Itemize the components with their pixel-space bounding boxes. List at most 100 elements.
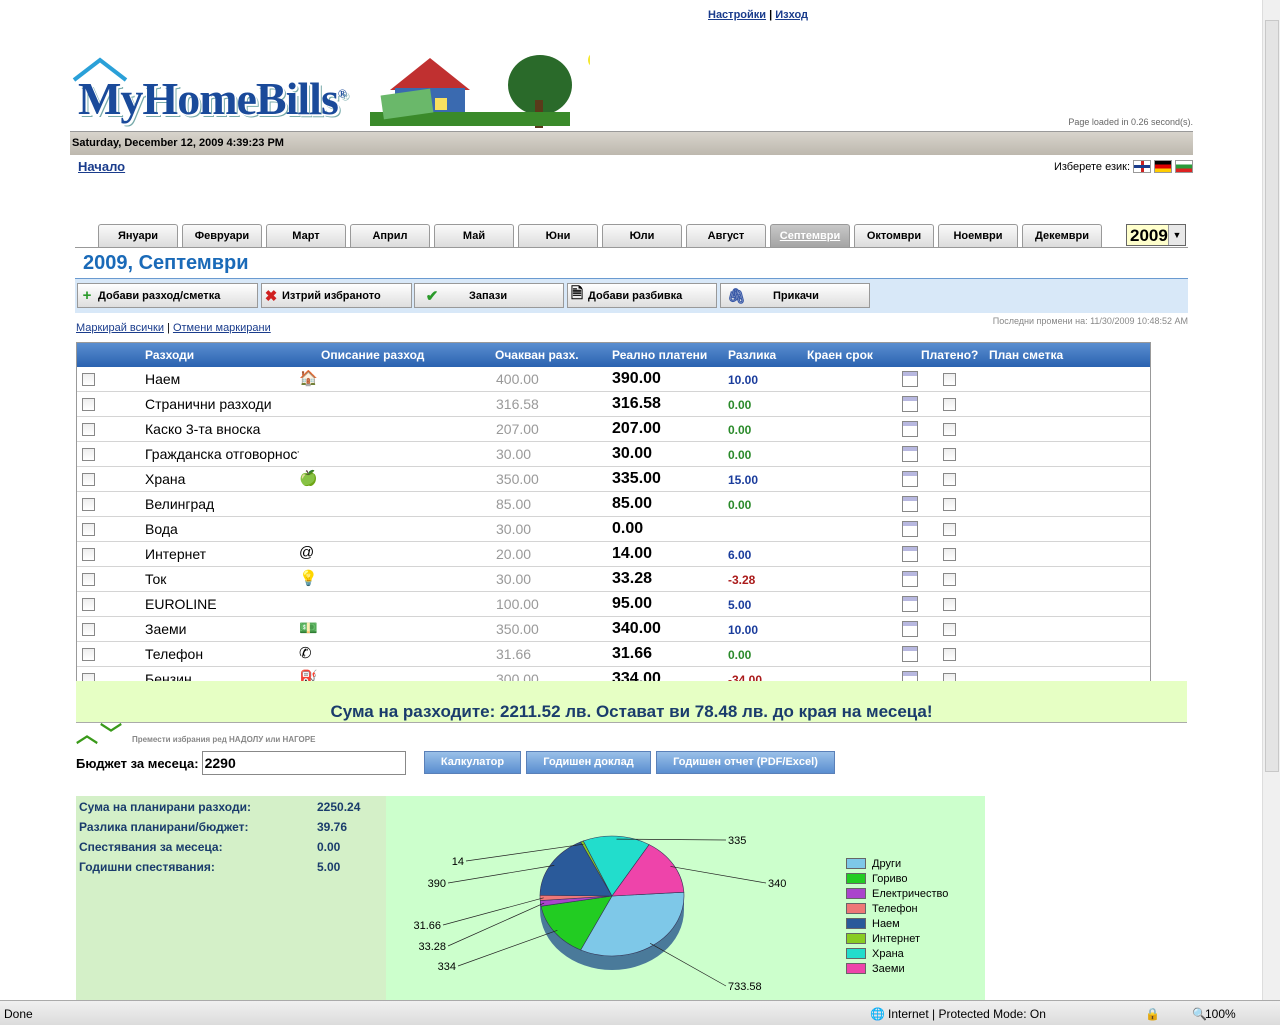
real-amount[interactable]: 340.00: [612, 620, 661, 638]
row-select-checkbox[interactable]: [82, 398, 95, 411]
mark-all-link[interactable]: Маркирай всички: [76, 322, 164, 334]
move-down-icon[interactable]: ﹀: [100, 724, 122, 746]
table-row[interactable]: Заеми 💵 350.00 340.00 10.00: [77, 617, 1150, 642]
calculator-button[interactable]: Калкулатор: [424, 751, 521, 774]
save-button[interactable]: ✔ Запази: [414, 283, 564, 308]
tab-month-5[interactable]: Май: [434, 224, 514, 247]
tab-month-3[interactable]: Март: [266, 224, 346, 247]
logo-text[interactable]: MyHomeBills®: [78, 72, 347, 125]
table-row[interactable]: Велинград 85.00 85.00 0.00: [77, 492, 1150, 517]
breadcrumb-home[interactable]: Начало: [78, 159, 125, 174]
tab-month-4[interactable]: Април: [350, 224, 430, 247]
calendar-icon[interactable]: [902, 546, 918, 562]
header-real[interactable]: Реално платени: [612, 348, 707, 362]
tab-month-9[interactable]: Септември: [770, 224, 850, 247]
header-expected[interactable]: Очакван разх.: [495, 348, 579, 362]
flag-german-icon[interactable]: [1154, 160, 1172, 173]
header-deadline[interactable]: Краен срок: [807, 348, 873, 362]
row-select-checkbox[interactable]: [82, 423, 95, 436]
row-select-checkbox[interactable]: [82, 498, 95, 511]
delete-selected-button[interactable]: ✖ Изтрий избраното: [261, 283, 412, 308]
flag-bulgarian-icon[interactable]: [1175, 160, 1193, 173]
table-row[interactable]: EUROLINE 100.00 95.00 5.00: [77, 592, 1150, 617]
tab-month-1[interactable]: Януари: [98, 224, 178, 247]
table-row[interactable]: Телефон ✆ 31.66 31.66 0.00: [77, 642, 1150, 667]
zoom-level[interactable]: 100%: [1205, 1007, 1236, 1021]
add-breakdown-button[interactable]: 🗎 Добави разбивка: [567, 283, 717, 308]
calendar-icon[interactable]: [902, 496, 918, 512]
calendar-icon[interactable]: [902, 471, 918, 487]
paid-checkbox[interactable]: [943, 623, 956, 636]
header-paid[interactable]: Платено?: [921, 348, 978, 362]
row-select-checkbox[interactable]: [82, 648, 95, 661]
calendar-icon[interactable]: [902, 596, 918, 612]
annual-export-button[interactable]: Годишен отчет (PDF/Excel): [656, 751, 835, 774]
row-select-checkbox[interactable]: [82, 573, 95, 586]
paid-checkbox[interactable]: [943, 573, 956, 586]
paid-checkbox[interactable]: [943, 498, 956, 511]
scrollbar-thumb[interactable]: [1265, 20, 1279, 772]
chevron-down-icon[interactable]: ▼: [1168, 225, 1185, 245]
table-row[interactable]: Интернет @20.00 14.00 6.00: [77, 542, 1150, 567]
lock-icon[interactable]: 🔒: [1145, 1007, 1160, 1021]
header-difference[interactable]: Разлика: [728, 348, 776, 362]
real-amount[interactable]: 316.58: [612, 395, 661, 413]
paid-checkbox[interactable]: [943, 373, 956, 386]
header-description[interactable]: Описание разход: [321, 348, 424, 362]
attach-button[interactable]: 🖇 Прикачи: [720, 283, 870, 308]
calendar-icon[interactable]: [902, 421, 918, 437]
row-select-checkbox[interactable]: [82, 473, 95, 486]
real-amount[interactable]: 207.00: [612, 420, 661, 438]
real-amount[interactable]: 85.00: [612, 495, 652, 513]
real-amount[interactable]: 14.00: [612, 545, 652, 563]
tab-month-11[interactable]: Ноември: [938, 224, 1018, 247]
year-select[interactable]: 2009 ▼: [1126, 224, 1186, 246]
real-amount[interactable]: 335.00: [612, 470, 661, 488]
tab-month-7[interactable]: Юли: [602, 224, 682, 247]
real-amount[interactable]: 0.00: [612, 520, 643, 538]
paid-checkbox[interactable]: [943, 598, 956, 611]
tab-month-8[interactable]: Август: [686, 224, 766, 247]
table-row[interactable]: Вода 30.00 0.00: [77, 517, 1150, 542]
paid-checkbox[interactable]: [943, 448, 956, 461]
calendar-icon[interactable]: [902, 521, 918, 537]
calendar-icon[interactable]: [902, 571, 918, 587]
real-amount[interactable]: 30.00: [612, 445, 652, 463]
calendar-icon[interactable]: [902, 371, 918, 387]
logout-link[interactable]: Изход: [775, 9, 808, 21]
table-row[interactable]: Храна 🍏 350.00 335.00 15.00: [77, 467, 1150, 492]
paid-checkbox[interactable]: [943, 548, 956, 561]
table-row[interactable]: Наем 🏠 400.00 390.00 10.00: [77, 367, 1150, 392]
table-row[interactable]: Странични разходи 316.58 316.58 0.00: [77, 392, 1150, 417]
row-select-checkbox[interactable]: [82, 623, 95, 636]
flag-english-icon[interactable]: [1133, 160, 1151, 173]
calendar-icon[interactable]: [902, 621, 918, 637]
real-amount[interactable]: 95.00: [612, 595, 652, 613]
tab-month-2[interactable]: Февруари: [182, 224, 262, 247]
tab-month-12[interactable]: Декември: [1022, 224, 1102, 247]
paid-checkbox[interactable]: [943, 523, 956, 536]
header-plan-account[interactable]: План сметка: [989, 348, 1063, 362]
calendar-icon[interactable]: [902, 396, 918, 412]
row-select-checkbox[interactable]: [82, 598, 95, 611]
header-expenses[interactable]: Разходи: [145, 348, 194, 362]
annual-report-button[interactable]: Годишен доклад: [526, 751, 651, 774]
row-select-checkbox[interactable]: [82, 523, 95, 536]
real-amount[interactable]: 31.66: [612, 645, 652, 663]
paid-checkbox[interactable]: [943, 648, 956, 661]
tab-month-6[interactable]: Юни: [518, 224, 598, 247]
tab-month-10[interactable]: Октомври: [854, 224, 934, 247]
paid-checkbox[interactable]: [943, 473, 956, 486]
row-select-checkbox[interactable]: [82, 548, 95, 561]
budget-input[interactable]: 2290: [201, 751, 406, 775]
table-row[interactable]: Ток 💡 30.00 33.28 -3.28: [77, 567, 1150, 592]
calendar-icon[interactable]: [902, 646, 918, 662]
real-amount[interactable]: 390.00: [612, 370, 661, 388]
row-select-checkbox[interactable]: [82, 373, 95, 386]
real-amount[interactable]: 33.28: [612, 570, 652, 588]
row-select-checkbox[interactable]: [82, 448, 95, 461]
unmark-link[interactable]: Отмени маркирани: [173, 322, 271, 334]
paid-checkbox[interactable]: [943, 423, 956, 436]
add-expense-button[interactable]: + Добави разход/сметка: [77, 283, 258, 308]
paid-checkbox[interactable]: [943, 398, 956, 411]
